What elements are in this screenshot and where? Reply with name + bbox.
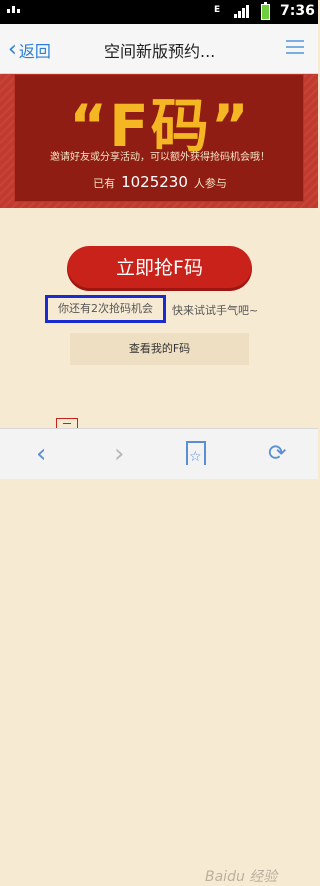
view-my-f-code-button[interactable]: 查看我的F码 bbox=[70, 333, 249, 365]
participants-suffix: 人参与 bbox=[193, 177, 227, 190]
forward-arrow-icon[interactable]: › bbox=[114, 441, 124, 467]
back-button[interactable]: ‹ 返回 bbox=[8, 38, 51, 62]
banner-panel: “F码” 邀请好友或分享活动，可以额外获得抢码机会哦！ 已有 1025230 人参与 bbox=[14, 74, 304, 202]
page-title: 空间新版预约... bbox=[104, 42, 216, 61]
network-type: E bbox=[214, 5, 221, 15]
clock: 7:36 bbox=[280, 3, 315, 19]
watermark: Baidu 经验 bbox=[205, 869, 278, 885]
try-luck-hint: 快来试试手气吧~ bbox=[172, 304, 259, 317]
remaining-chances: 你还有2次抢码机会 bbox=[45, 295, 166, 323]
back-label: 返回 bbox=[18, 42, 51, 61]
status-bar: E 7:36 bbox=[0, 0, 318, 24]
signal-icon bbox=[234, 5, 249, 18]
invite-text: 邀请好友或分享活动，可以额外获得抢码机会哦！ bbox=[50, 152, 270, 163]
promo-banner: “F码” 邀请好友或分享活动，可以额外获得抢码机会哦！ 已有 1025230 人参与 bbox=[0, 74, 318, 208]
usb-icon bbox=[7, 6, 20, 13]
menu-icon[interactable] bbox=[286, 40, 304, 55]
participants-count: 已有 1025230 人参与 bbox=[15, 173, 305, 191]
navigation-bar: ‹ 返回 空间新版预约... bbox=[0, 24, 318, 74]
grab-f-code-button[interactable]: 立即抢F码 bbox=[67, 246, 252, 291]
participants-number: 1025230 bbox=[121, 173, 188, 191]
participants-prefix: 已有 bbox=[93, 177, 116, 190]
refresh-icon[interactable]: ⟳ bbox=[268, 441, 286, 467]
browser-toolbar: ‹ › ⟳ Baidu 经验 bbox=[0, 428, 318, 885]
back-arrow-icon[interactable]: ‹ bbox=[36, 441, 46, 467]
bookmark-icon[interactable] bbox=[186, 441, 206, 470]
battery-icon bbox=[261, 2, 270, 20]
chevron-left-icon: ‹ bbox=[8, 37, 17, 62]
